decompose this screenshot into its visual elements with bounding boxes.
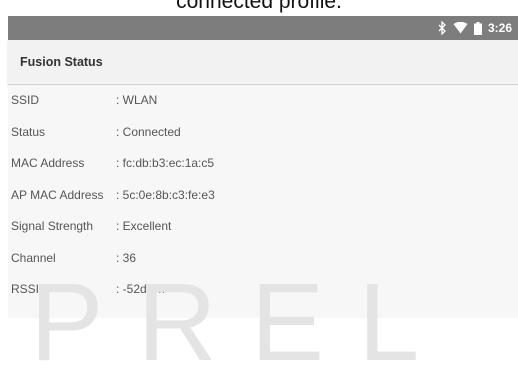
- row-label: MAC Address: [11, 156, 85, 170]
- row-label: RSSI: [11, 282, 40, 296]
- row-value: : Connected: [116, 125, 181, 139]
- row-channel: Channel : 36: [8, 243, 518, 273]
- row-label: SSID: [11, 93, 40, 107]
- row-ap-mac-address: AP MAC Address : 5c:0e:8b:c3:fe:e3: [8, 180, 518, 210]
- battery-icon: [473, 21, 482, 35]
- row-signal-strength: Signal Strength : Excellent: [8, 211, 518, 241]
- status-list: SSID : WLAN Status : Connected MAC Addre…: [8, 85, 518, 318]
- status-icons: 3:26: [437, 16, 512, 40]
- row-rssi: RSSI : -52dBm: [8, 274, 518, 304]
- row-value: : 36: [116, 251, 137, 265]
- row-mac-address: MAC Address : fc:db:b3:ec:1a:c5: [8, 148, 518, 178]
- row-label: Status: [11, 125, 46, 139]
- row-label: Signal Strength: [11, 219, 94, 233]
- bluetooth-icon: [437, 21, 447, 35]
- row-value: : -52dBm: [116, 282, 165, 296]
- row-value: : 5c:0e:8b:c3:fe:e3: [116, 188, 215, 202]
- document-caption: connected profile.: [176, 0, 342, 13]
- app-bar: Fusion Status: [8, 40, 518, 85]
- row-value: : fc:db:b3:ec:1a:c5: [116, 156, 215, 170]
- row-value: : Excellent: [116, 219, 172, 233]
- status-time: 3:26: [487, 21, 512, 35]
- status-bar: 3:26: [8, 16, 518, 40]
- row-ssid: SSID : WLAN: [8, 85, 518, 115]
- page-title: Fusion Status: [20, 55, 103, 69]
- row-status: Status : Connected: [8, 117, 518, 147]
- wifi-icon: [453, 22, 468, 34]
- row-label: AP MAC Address: [11, 188, 104, 202]
- row-value: : WLAN: [116, 93, 158, 107]
- row-label: Channel: [11, 251, 56, 265]
